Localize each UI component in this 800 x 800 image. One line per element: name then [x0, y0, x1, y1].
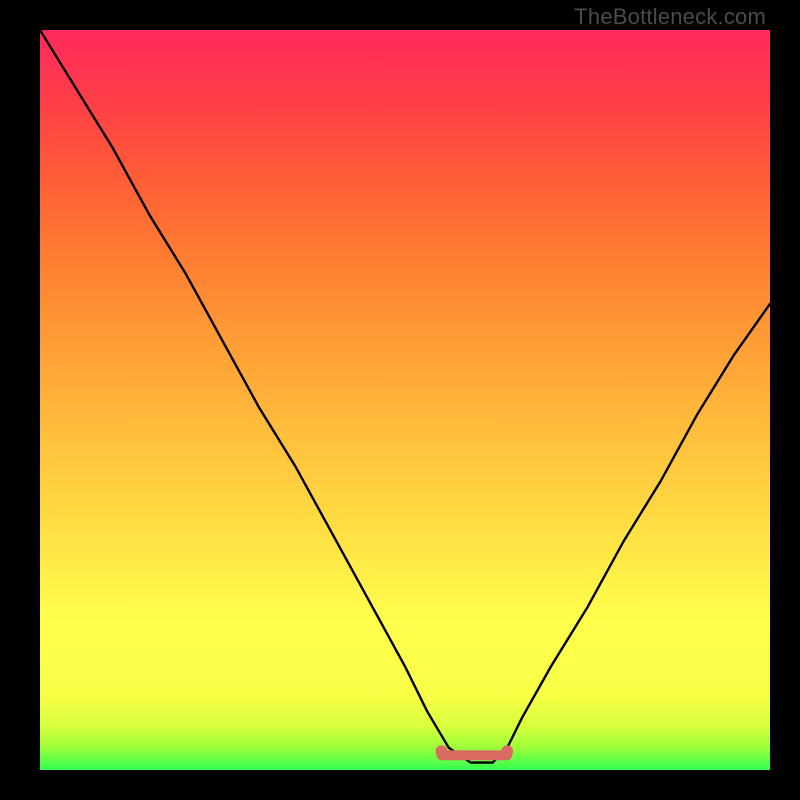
curve-layer [40, 30, 770, 770]
bottleneck-curve [40, 30, 770, 763]
optimal-cap-right [501, 745, 513, 757]
plot-area [40, 30, 770, 770]
chart-frame: TheBottleneck.com [0, 0, 800, 800]
watermark-text: TheBottleneck.com [574, 4, 766, 30]
optimal-cap-left [436, 745, 448, 757]
